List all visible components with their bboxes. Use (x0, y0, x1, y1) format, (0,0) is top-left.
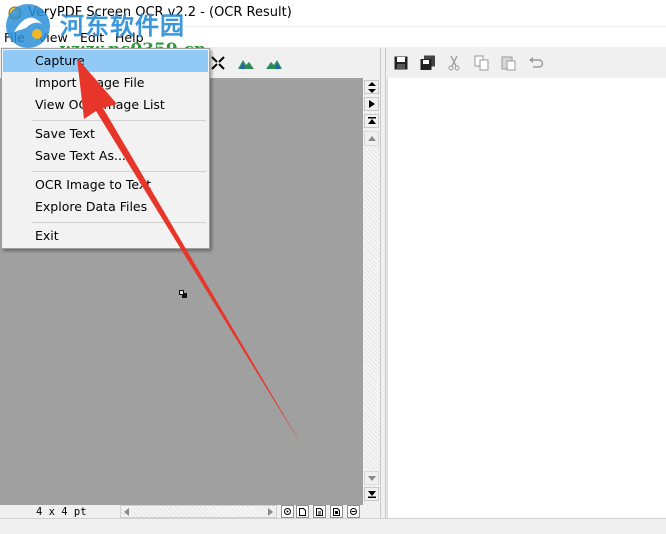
chevron-right-icon (268, 508, 273, 516)
play-icon (368, 100, 375, 108)
status-bar (0, 518, 666, 534)
ocr-result-text-area[interactable] (387, 78, 666, 518)
scroll-top-button[interactable] (364, 114, 379, 128)
horizontal-scrollbar[interactable] (120, 505, 277, 518)
zoom-out-button[interactable] (347, 505, 360, 518)
file-menu-dropdown: Capture Import Image File View OCR Image… (1, 48, 210, 249)
copy-icon (474, 55, 489, 71)
actual-size-button[interactable] (281, 505, 294, 518)
fit-height-button[interactable] (313, 505, 326, 518)
floppy-icon (394, 56, 408, 70)
menu-separator (32, 120, 206, 121)
rotate-right-button[interactable] (264, 53, 284, 73)
menu-item-label: View OCR Image List (35, 97, 165, 112)
chevron-down-icon (367, 475, 376, 481)
menu-item-label: Save Text (35, 126, 95, 141)
watermark-logo-icon (6, 4, 50, 48)
paste-button[interactable] (499, 53, 519, 73)
page-icon (299, 507, 306, 516)
menu-item-explore-data-files[interactable]: Explore Data Files (3, 196, 208, 218)
menu-item-label: Exit (35, 228, 59, 243)
menu-item-exit[interactable]: Exit (3, 225, 208, 247)
menu-item-save-text[interactable]: Save Text (3, 123, 208, 145)
scroll-bottom-button[interactable] (364, 487, 379, 501)
chevron-up-icon (367, 136, 376, 141)
scissors-icon (448, 55, 460, 71)
menu-item-ocr-image-to-text[interactable]: OCR Image to Text (3, 174, 208, 196)
last-page-icon (367, 491, 376, 498)
fit-page-button[interactable] (208, 53, 228, 73)
minus-circle-icon (350, 508, 357, 515)
watermark-text: 河东软件园 (60, 12, 185, 40)
menu-item-import-image-file[interactable]: Import Image File (3, 72, 208, 94)
undo-button[interactable] (526, 53, 546, 73)
copy-button[interactable] (472, 53, 492, 73)
vertical-scrollbar[interactable] (363, 78, 380, 505)
menu-item-label: Save Text As... (35, 148, 126, 163)
menu-item-label: Explore Data Files (35, 199, 148, 214)
menu-item-view-ocr-image-list[interactable]: View OCR Image List (3, 94, 208, 116)
first-page-icon (367, 117, 376, 124)
rotate-left-button[interactable] (236, 53, 256, 73)
target-icon (284, 508, 291, 515)
menu-item-label: Capture (35, 53, 85, 68)
save-all-button[interactable] (418, 53, 438, 73)
scroll-down-button[interactable] (364, 471, 379, 485)
text-toolbar (386, 48, 666, 78)
save-button[interactable] (391, 53, 411, 73)
fit-width-button[interactable] (296, 505, 309, 518)
page-lines-icon (316, 507, 323, 516)
menu-item-label: Import Image File (35, 75, 145, 90)
cut-button[interactable] (444, 53, 464, 73)
menu-separator (32, 171, 206, 172)
menu-separator (32, 222, 206, 223)
fit-window-button[interactable] (330, 505, 343, 518)
paste-icon (501, 56, 516, 71)
undo-icon (529, 57, 544, 68)
up-down-arrows-icon (367, 81, 376, 93)
chevron-left-icon (124, 508, 129, 516)
multi-floppy-icon (420, 55, 435, 70)
image-size-label: 4 x 4 pt (36, 506, 87, 518)
menu-item-capture[interactable]: Capture (3, 50, 208, 72)
fit-page-icon (211, 56, 225, 70)
zoom-stepper-button[interactable] (364, 80, 379, 94)
panel-splitter[interactable] (380, 48, 386, 518)
mountain-right-icon (266, 60, 282, 69)
mountain-left-icon (238, 60, 254, 69)
scroll-up-button[interactable] (364, 131, 379, 146)
next-page-button[interactable] (364, 97, 379, 111)
captured-image-thumbnail (179, 290, 187, 298)
page-fill-icon (333, 507, 340, 516)
menu-item-save-text-as[interactable]: Save Text As... (3, 145, 208, 167)
menu-item-label: OCR Image to Text (35, 177, 152, 192)
